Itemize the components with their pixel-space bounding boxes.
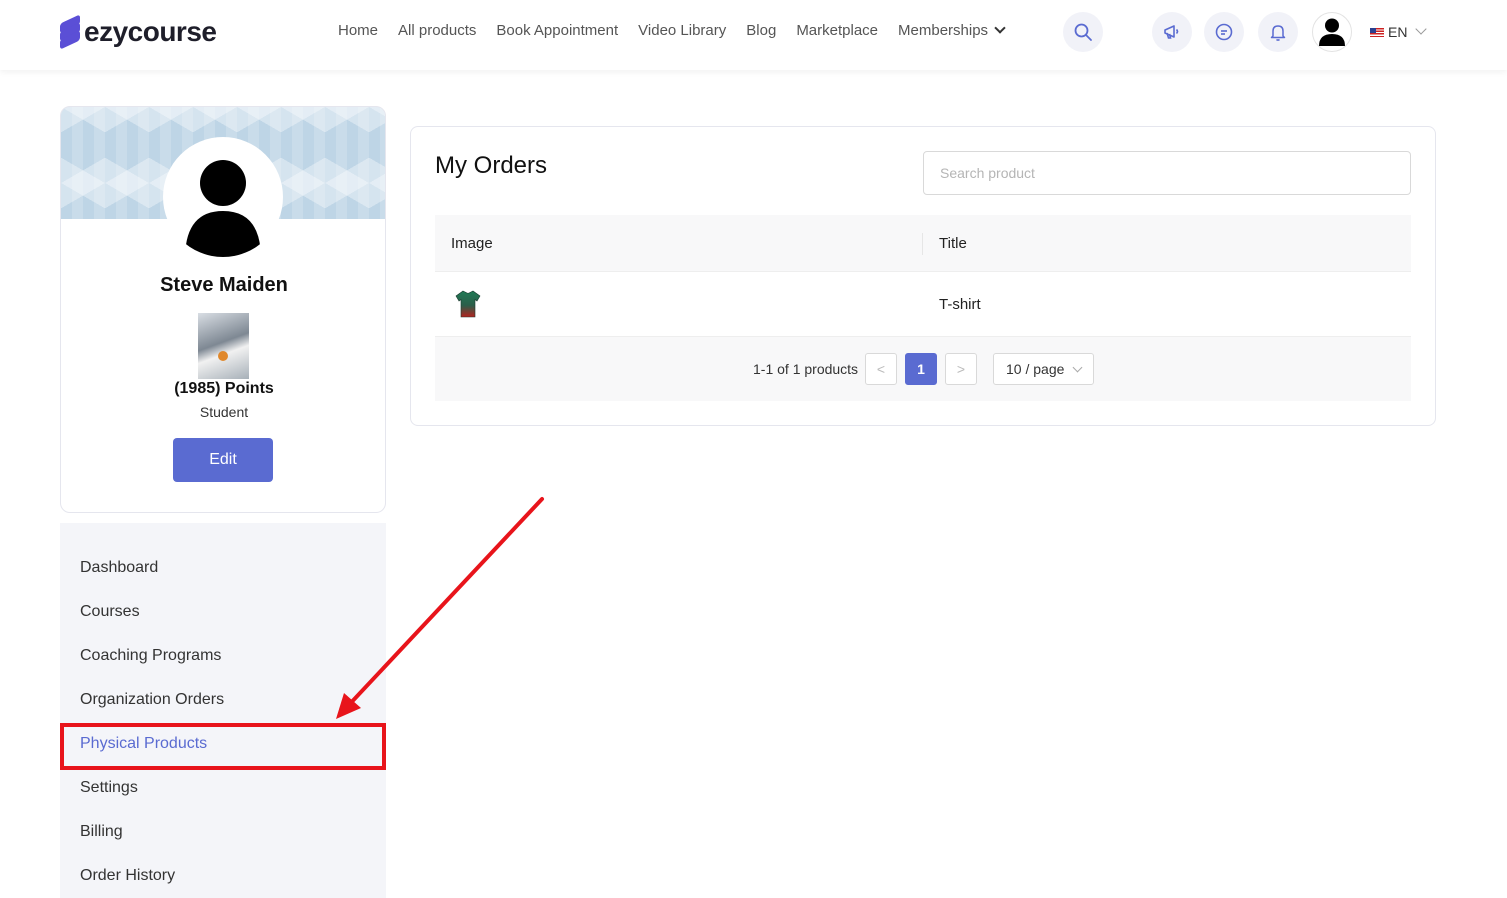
chevron-left-icon: <: [876, 361, 886, 377]
bell-icon: [1270, 25, 1286, 41]
nav-memberships-label: Memberships: [898, 22, 989, 39]
logo-text: ezycourse: [84, 16, 217, 47]
chevron-down-icon: [1415, 23, 1428, 35]
us-flag-icon: [1370, 27, 1384, 37]
nav-memberships[interactable]: Memberships: [898, 22, 1006, 39]
column-divider: [922, 233, 923, 255]
nav-home[interactable]: Home: [338, 22, 378, 39]
orders-table: Image Title T-shirt 1-1 of 1 products < …: [435, 215, 1411, 401]
sidebar-item-billing[interactable]: Billing: [80, 823, 123, 841]
points-badge-image: [198, 313, 249, 379]
profile-name: Steve Maiden: [160, 274, 288, 296]
main-nav: Home All products Book Appointment Video…: [338, 22, 1006, 39]
nav-all-products[interactable]: All products: [398, 22, 476, 39]
logo-mark-icon: [60, 14, 80, 50]
nav-book-appointment[interactable]: Book Appointment: [496, 22, 618, 39]
column-header-title: Title: [939, 235, 967, 252]
search-button[interactable]: [1063, 12, 1103, 52]
my-orders-panel: My Orders Image Title T-shirt 1-1 of 1 p…: [410, 126, 1436, 426]
chat-icon: [1215, 23, 1233, 41]
page-title: My Orders: [435, 152, 548, 179]
chevron-down-icon: [994, 22, 1006, 34]
user-avatar-icon: [185, 160, 261, 257]
nav-video-library[interactable]: Video Library: [638, 22, 726, 39]
account-sidebar-menu: Dashboard Courses Coaching Programs Orga…: [60, 523, 386, 898]
user-menu-button[interactable]: [1312, 12, 1352, 52]
sidebar-item-coaching-programs[interactable]: Coaching Programs: [80, 647, 221, 665]
sidebar-item-order-history[interactable]: Order History: [80, 867, 175, 885]
page-1-button[interactable]: 1: [905, 353, 937, 385]
chevron-right-icon: >: [956, 361, 966, 377]
tshirt-thumbnail-image: [455, 290, 481, 318]
sidebar-item-settings[interactable]: Settings: [80, 779, 138, 797]
page-size-value: 10 / page: [1006, 361, 1065, 377]
profile-avatar: [163, 137, 283, 257]
messages-button[interactable]: [1204, 12, 1244, 52]
language-selector[interactable]: EN: [1370, 23, 1428, 40]
annotation-highlight-box: [60, 723, 386, 770]
profile-points: (1985) Points: [174, 380, 274, 397]
announcements-button[interactable]: [1152, 12, 1192, 52]
page-size-select[interactable]: 10 / page: [993, 353, 1094, 385]
search-icon: [1074, 23, 1092, 41]
chevron-down-icon: [1072, 362, 1083, 372]
nav-marketplace[interactable]: Marketplace: [796, 22, 878, 39]
profile-card: Steve Maiden (1985) Points Student Edit: [60, 106, 386, 513]
product-title[interactable]: T-shirt: [939, 296, 981, 313]
search-product-input[interactable]: [923, 151, 1411, 195]
nav-blog[interactable]: Blog: [746, 22, 776, 39]
top-header: ezycourse Home All products Book Appoint…: [0, 0, 1507, 70]
sidebar-item-organization-orders[interactable]: Organization Orders: [80, 691, 224, 709]
sidebar-item-courses[interactable]: Courses: [80, 603, 140, 621]
table-row[interactable]: T-shirt: [435, 272, 1411, 337]
profile-role: Student: [199, 404, 249, 420]
notifications-button[interactable]: [1258, 12, 1298, 52]
next-page-button[interactable]: >: [945, 353, 977, 385]
table-header: Image Title: [435, 215, 1411, 272]
megaphone-icon: [1164, 25, 1179, 39]
previous-page-button[interactable]: <: [865, 353, 897, 385]
ezycourse-logo[interactable]: ezycourse: [60, 14, 217, 50]
pagination-bar: 1-1 of 1 products < 1 > 10 / page: [435, 337, 1411, 401]
language-label: EN: [1388, 24, 1408, 40]
edit-profile-button[interactable]: Edit: [173, 438, 273, 482]
user-avatar-icon: [1319, 18, 1345, 46]
pagination-summary: 1-1 of 1 products: [753, 361, 859, 377]
column-header-image: Image: [451, 235, 493, 252]
sidebar-item-dashboard[interactable]: Dashboard: [80, 559, 158, 577]
